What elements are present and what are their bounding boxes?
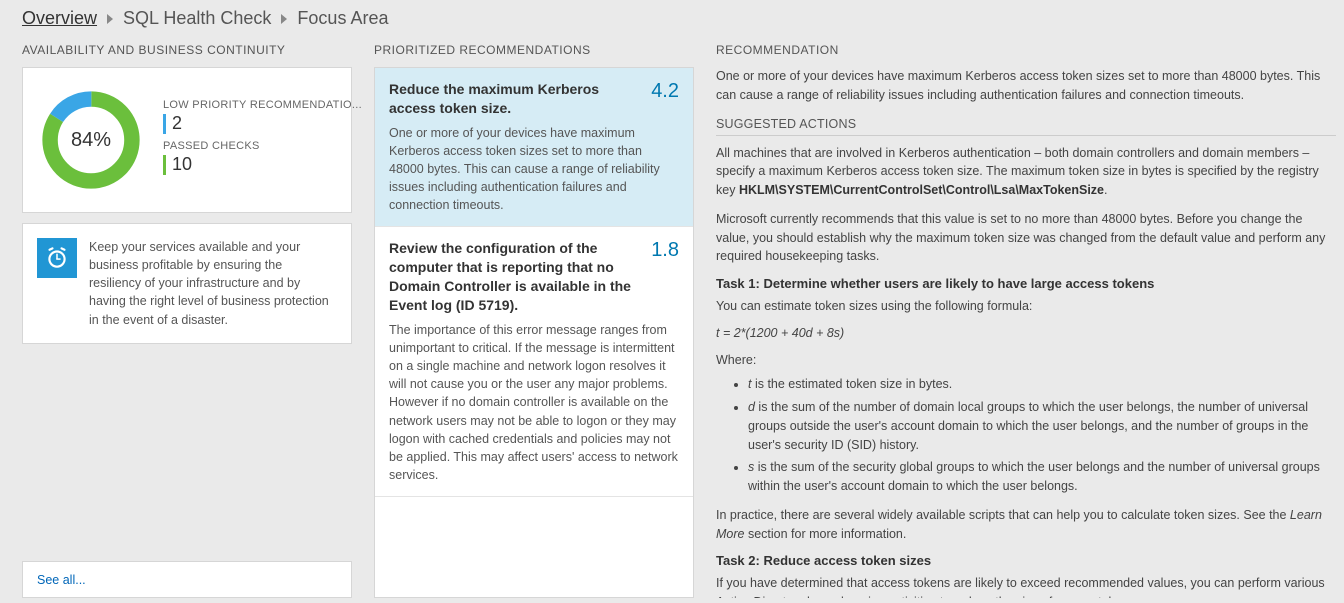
recommendation-item[interactable]: Reduce the maximum Kerberos access token… <box>375 68 693 227</box>
breadcrumb-overview[interactable]: Overview <box>22 8 97 29</box>
chevron-right-icon <box>281 14 287 24</box>
recommendation-title: Reduce the maximum Kerberos access token… <box>389 80 639 118</box>
focus-description-text: Keep your services available and your bu… <box>89 238 337 329</box>
task1-header: Task 1: Determine whether users are like… <box>716 276 1336 291</box>
focus-description-card: Keep your services available and your bu… <box>22 223 352 344</box>
recommendation-score: 1.8 <box>651 239 679 262</box>
summary-card[interactable]: 84% LOW PRIORITY RECOMMENDATIO... 2 PASS… <box>22 67 352 213</box>
breadcrumb-sql-health-check[interactable]: SQL Health Check <box>123 8 271 29</box>
prioritized-section-title: PRIORITIZED RECOMMENDATIONS <box>374 39 694 57</box>
detail-paragraph: Microsoft currently recommends that this… <box>716 210 1336 266</box>
breadcrumb: Overview SQL Health Check Focus Area <box>0 0 1344 39</box>
list-item: s is the sum of the security global grou… <box>748 458 1336 496</box>
low-priority-indicator <box>163 114 166 134</box>
formula: t = 2*(1200 + 40d + 8s) <box>716 324 1336 343</box>
clock-icon <box>37 238 77 278</box>
detail-paragraph: In practice, there are several widely av… <box>716 506 1336 544</box>
recommendation-score: 4.2 <box>651 80 679 103</box>
see-all-link[interactable]: See all... <box>37 573 86 587</box>
detail-paragraph: If you have determined that access token… <box>716 574 1336 598</box>
chevron-right-icon <box>107 14 113 24</box>
registry-key: HKLM\SYSTEM\CurrentControlSet\Control\Ls… <box>739 183 1104 197</box>
passed-checks-count: 10 <box>172 154 192 175</box>
passed-checks-label: PASSED CHECKS <box>163 140 362 152</box>
list-item: d is the sum of the number of domain loc… <box>748 398 1336 454</box>
recommendation-detail: One or more of your devices have maximum… <box>716 67 1344 598</box>
see-all-card: See all... <box>22 561 352 598</box>
low-priority-label: LOW PRIORITY RECOMMENDATIO... <box>163 99 362 111</box>
recommendation-list: Reduce the maximum Kerberos access token… <box>374 67 694 598</box>
recommendation-body: The importance of this error message ran… <box>389 321 679 484</box>
recommendation-detail-title: RECOMMENDATION <box>716 39 1344 57</box>
task2-header: Task 2: Reduce access token sizes <box>716 553 1336 568</box>
detail-paragraph: You can estimate token sizes using the f… <box>716 297 1336 316</box>
suggested-actions-header: SUGGESTED ACTIONS <box>716 117 1336 131</box>
recommendation-title: Review the configuration of the computer… <box>389 239 639 315</box>
availability-section-title: AVAILABILITY AND BUSINESS CONTINUITY <box>22 39 352 57</box>
donut-chart: 84% <box>37 86 145 194</box>
detail-paragraph: All machines that are involved in Kerber… <box>716 144 1336 200</box>
where-list: t is the estimated token size in bytes. … <box>716 375 1336 496</box>
low-priority-count: 2 <box>172 113 182 134</box>
passed-checks-indicator <box>163 155 166 175</box>
recommendation-item[interactable]: Review the configuration of the computer… <box>375 227 693 497</box>
donut-center-label: 84% <box>37 86 145 194</box>
breadcrumb-focus-area[interactable]: Focus Area <box>297 8 388 29</box>
list-item: t is the estimated token size in bytes. <box>748 375 1336 394</box>
detail-intro: One or more of your devices have maximum… <box>716 67 1336 105</box>
recommendation-body: One or more of your devices have maximum… <box>389 124 679 215</box>
detail-paragraph: Where: <box>716 351 1336 370</box>
